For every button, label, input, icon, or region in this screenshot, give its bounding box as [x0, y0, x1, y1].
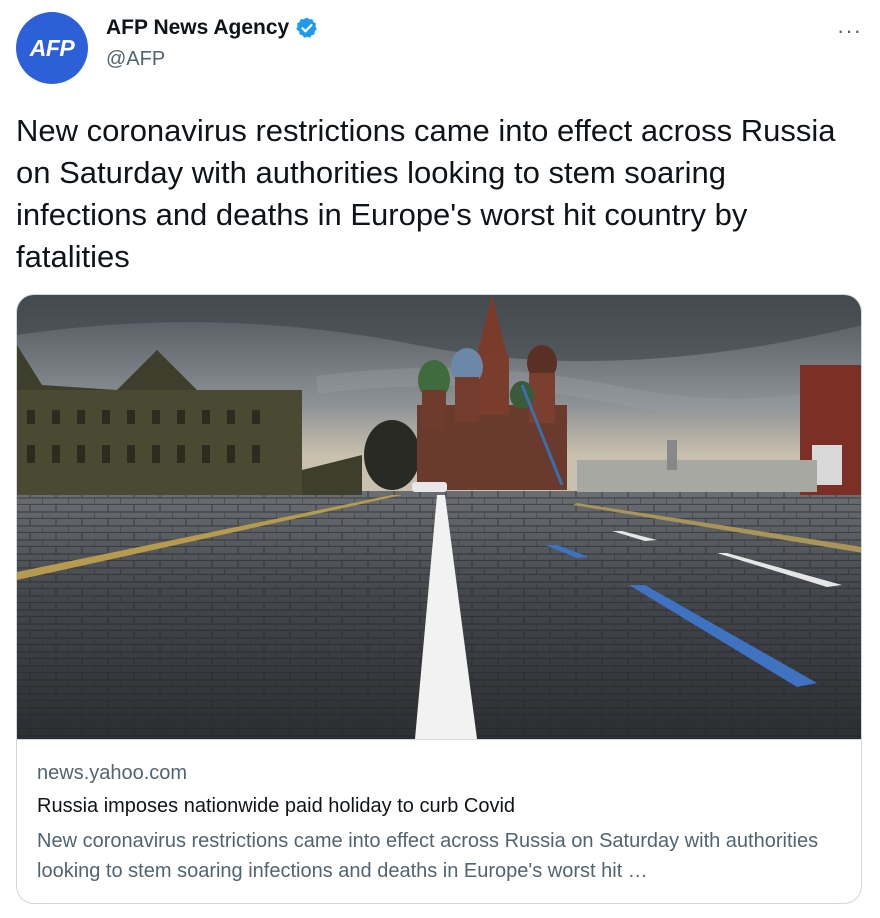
link-card[interactable]: news.yahoo.com Russia imposes nationwide… [16, 294, 862, 904]
card-meta[interactable]: news.yahoo.com Russia imposes nationwide… [17, 739, 861, 903]
avatar-logo-text: AFP [29, 34, 75, 61]
more-options-icon[interactable]: ··· [837, 18, 862, 44]
avatar[interactable]: AFP [16, 12, 88, 84]
display-name[interactable]: AFP News Agency [106, 16, 289, 40]
author-name-row[interactable]: AFP News Agency [106, 16, 319, 40]
card-title: Russia imposes nationwide paid holiday t… [37, 795, 516, 817]
verified-badge-icon [296, 17, 318, 38]
tweet-text: New coronavirus restrictions came into e… [16, 113, 836, 274]
card-image[interactable] [17, 295, 862, 739]
card-domain: news.yahoo.com [37, 762, 188, 784]
card-description: New coronavirus restrictions came into e… [37, 830, 819, 882]
author-handle[interactable]: @AFP [106, 48, 165, 71]
